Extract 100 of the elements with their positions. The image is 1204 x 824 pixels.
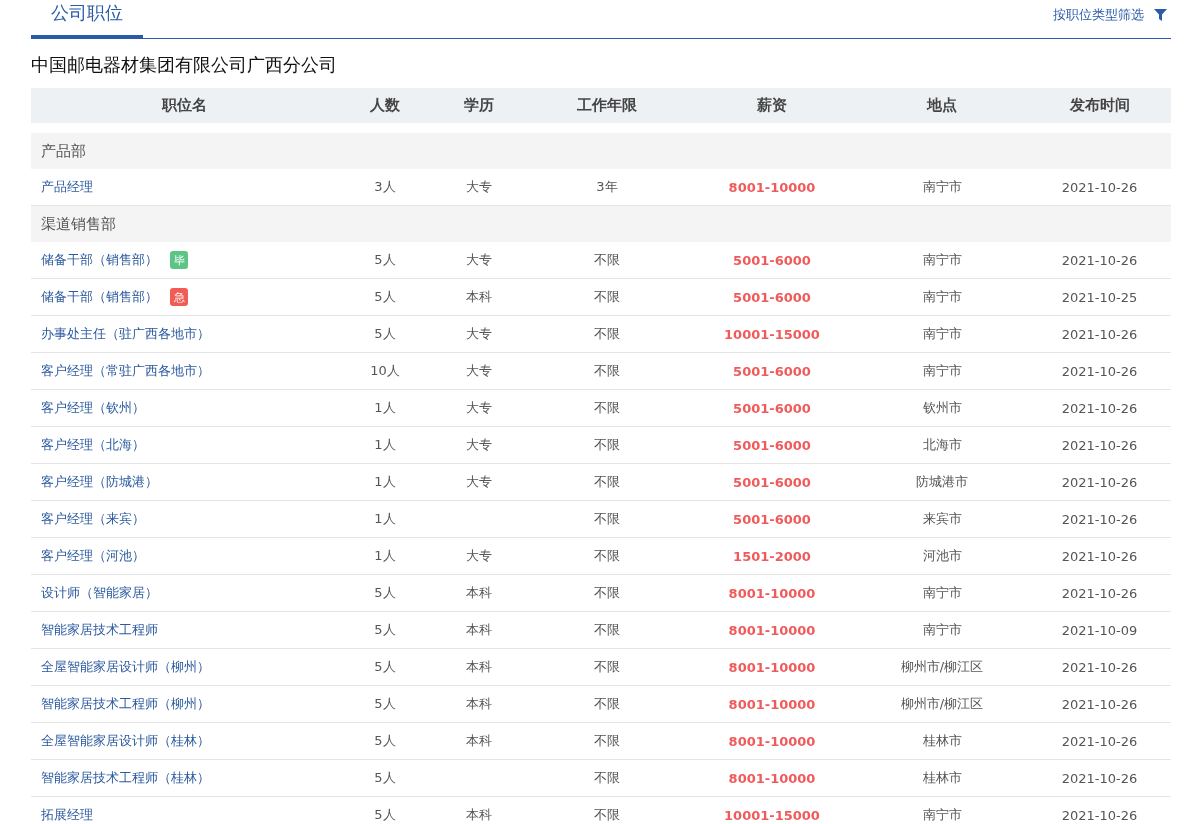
experience-cell-text: 3年 xyxy=(595,178,619,196)
salary-cell-text: 10001-15000 xyxy=(723,326,821,342)
experience-cell-text: 不限 xyxy=(593,695,621,713)
education-cell-text: 大专 xyxy=(465,178,493,196)
location-cell-text: 河池市 xyxy=(921,547,963,565)
post-date-cell-text: 2021-10-26 xyxy=(1060,696,1139,712)
column-header: 工作年限 xyxy=(576,96,638,115)
headcount-cell-text: 5人 xyxy=(373,806,397,824)
education-cell-text: 大专 xyxy=(465,547,493,565)
department-header: 渠道销售部 xyxy=(31,206,1171,242)
job-title-link[interactable]: 产品经理 xyxy=(41,178,93,196)
education-cell-text: 大专 xyxy=(465,362,493,380)
experience-cell-text: 不限 xyxy=(593,769,621,787)
post-date-cell-text: 2021-10-09 xyxy=(1060,622,1139,638)
post-date-cell-text: 2021-10-26 xyxy=(1060,326,1139,342)
salary-cell-text: 10001-15000 xyxy=(723,807,821,823)
headcount-cell-text: 1人 xyxy=(373,547,397,565)
headcount-cell-text: 3人 xyxy=(373,178,397,196)
headcount-cell-text: 1人 xyxy=(373,399,397,417)
job-title-link[interactable]: 客户经理（北海） xyxy=(41,436,145,454)
post-date-cell-text: 2021-10-26 xyxy=(1060,733,1139,749)
headcount-cell-text: 1人 xyxy=(373,510,397,528)
job-tag-badge: 毕 xyxy=(170,251,188,269)
job-title-link[interactable]: 客户经理（钦州） xyxy=(41,399,145,417)
education-cell-text: 本科 xyxy=(465,288,493,306)
filter-link[interactable]: 按职位类型筛选 xyxy=(1053,6,1171,38)
experience-cell-text: 不限 xyxy=(593,288,621,306)
salary-cell-text: 5001-6000 xyxy=(732,252,812,268)
job-title-link[interactable]: 办事处主任（驻广西各地市） xyxy=(41,325,210,343)
experience-cell-text: 不限 xyxy=(593,510,621,528)
salary-cell-text: 8001-10000 xyxy=(727,696,817,712)
headcount-cell-text: 5人 xyxy=(373,288,397,306)
experience-cell-text: 不限 xyxy=(593,473,621,491)
location-cell-text: 北海市 xyxy=(921,436,963,454)
education-cell-text: 大专 xyxy=(465,436,493,454)
column-header: 学历 xyxy=(463,96,495,115)
post-date-cell-text: 2021-10-26 xyxy=(1060,400,1139,416)
job-title-link[interactable]: 智能家居技术工程师（桂林） xyxy=(41,769,210,787)
post-date-cell-text: 2021-10-26 xyxy=(1060,511,1139,527)
job-title-link[interactable]: 智能家居技术工程师（柳州） xyxy=(41,695,210,713)
education-cell-text: 本科 xyxy=(465,732,493,750)
salary-cell-text: 5001-6000 xyxy=(732,289,812,305)
location-cell-text: 南宁市 xyxy=(921,251,963,269)
column-header: 职位名 xyxy=(161,96,208,115)
salary-cell-text: 8001-10000 xyxy=(727,659,817,675)
tab[interactable]: 公司职位 xyxy=(31,1,143,39)
education-cell-text: 大专 xyxy=(465,251,493,269)
education-cell-text: 大专 xyxy=(465,325,493,343)
post-date-cell-text: 2021-10-25 xyxy=(1060,289,1139,305)
location-cell-text: 防城港市 xyxy=(915,473,969,491)
location-cell-text: 桂林市 xyxy=(921,732,963,750)
headcount-cell-text: 5人 xyxy=(373,584,397,602)
location-cell-text: 南宁市 xyxy=(921,806,963,824)
education-cell-text: 本科 xyxy=(465,621,493,639)
job-title-link[interactable]: 设计师（智能家居） xyxy=(41,584,158,602)
location-cell-text: 南宁市 xyxy=(921,178,963,196)
headcount-cell-text: 5人 xyxy=(373,769,397,787)
filter-icon xyxy=(1154,9,1167,21)
salary-cell-text: 8001-10000 xyxy=(727,585,817,601)
location-cell-text: 柳州市/柳江区 xyxy=(899,695,985,713)
education-cell-text: 大专 xyxy=(465,473,493,491)
post-date-cell-text: 2021-10-26 xyxy=(1060,363,1139,379)
column-header: 薪资 xyxy=(756,96,788,115)
education-cell-text: 大专 xyxy=(465,399,493,417)
location-cell-text: 南宁市 xyxy=(921,584,963,602)
column-header: 发布时间 xyxy=(1068,96,1131,115)
headcount-cell-text: 10人 xyxy=(369,362,401,380)
experience-cell-text: 不限 xyxy=(593,621,621,639)
experience-cell-text: 不限 xyxy=(593,362,621,380)
headcount-cell-text: 5人 xyxy=(373,658,397,676)
location-cell-text: 钦州市 xyxy=(921,399,963,417)
job-tag-badge: 急 xyxy=(170,288,188,306)
headcount-cell-text: 1人 xyxy=(373,436,397,454)
location-cell-text: 南宁市 xyxy=(921,288,963,306)
experience-cell-text: 不限 xyxy=(593,732,621,750)
location-cell-text: 桂林市 xyxy=(921,769,963,787)
job-title-link[interactable]: 拓展经理 xyxy=(41,806,93,824)
salary-cell-text: 1501-2000 xyxy=(732,548,812,564)
column-header: 人数 xyxy=(369,96,401,115)
job-title-link[interactable]: 全屋智能家居设计师（柳州） xyxy=(41,658,210,676)
salary-cell-text: 8001-10000 xyxy=(727,622,817,638)
headcount-cell-text: 5人 xyxy=(373,325,397,343)
education-cell-text: 本科 xyxy=(465,806,493,824)
post-date-cell-text: 2021-10-26 xyxy=(1060,770,1139,786)
job-title-link[interactable]: 客户经理（河池） xyxy=(41,547,145,565)
job-title-link[interactable]: 客户经理（来宾） xyxy=(41,510,145,528)
salary-cell-text: 8001-10000 xyxy=(727,733,817,749)
salary-cell-text: 5001-6000 xyxy=(732,363,812,379)
job-title-link[interactable]: 客户经理（防城港） xyxy=(41,473,158,491)
education-cell-text: 本科 xyxy=(465,658,493,676)
job-title-link[interactable]: 全屋智能家居设计师（桂林） xyxy=(41,732,210,750)
education-cell-text: 本科 xyxy=(465,695,493,713)
job-title-link[interactable]: 储备干部（销售部） xyxy=(41,251,158,269)
job-title-link[interactable]: 储备干部（销售部） xyxy=(41,288,158,306)
job-title-link[interactable]: 客户经理（常驻广西各地市） xyxy=(41,362,210,380)
department-header: 产品部 xyxy=(31,133,1171,169)
post-date-cell-text: 2021-10-26 xyxy=(1060,585,1139,601)
post-date-cell-text: 2021-10-26 xyxy=(1060,179,1139,195)
job-title-link[interactable]: 智能家居技术工程师 xyxy=(41,621,158,639)
headcount-cell-text: 1人 xyxy=(373,473,397,491)
